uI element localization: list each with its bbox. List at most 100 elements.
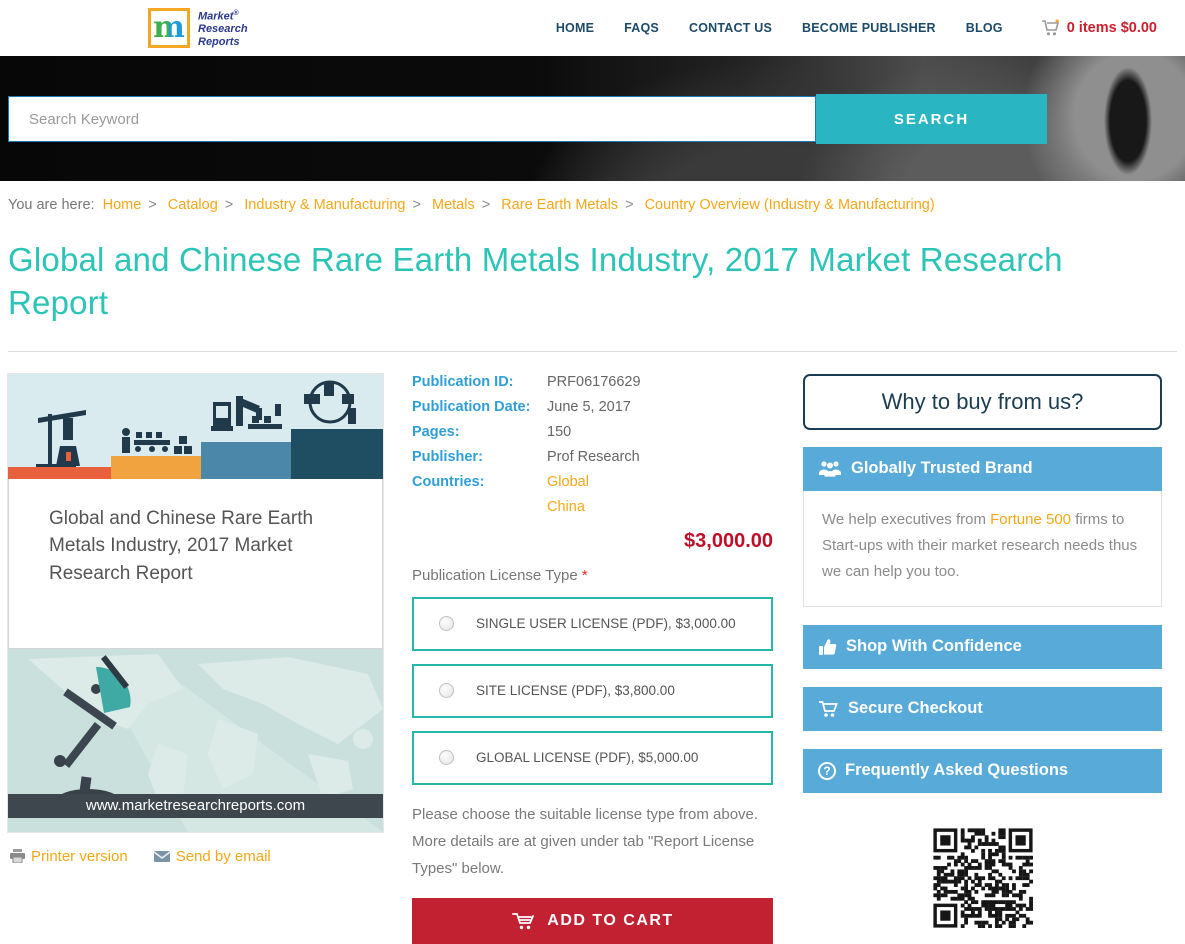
email-icon	[153, 850, 170, 862]
license-type-label: Publication License Type *	[412, 567, 773, 584]
step-navy	[291, 428, 383, 479]
add-to-cart-button[interactable]: ADD TO CART	[412, 897, 773, 944]
sidebar: Why to buy from us? Globally Trusted Bra…	[803, 373, 1162, 931]
license-option-global[interactable]: GLOBAL LICENSE (PDF), $5,000.00	[412, 730, 773, 785]
product-cover-image: Global and Chinese Rare Earth Metals Ind…	[8, 373, 383, 832]
license-option-label: GLOBAL LICENSE (PDF), $5,000.00	[476, 750, 699, 766]
question-icon: ?	[818, 761, 836, 780]
send-by-email-link[interactable]: Send by email	[153, 847, 271, 865]
cover-map-section: www.marketresearchreports.com	[8, 648, 383, 832]
secure-checkout-header: Secure Checkout	[803, 686, 1162, 731]
license-option-label: SITE LICENSE (PDF), $3,800.00	[476, 683, 675, 699]
radio-button[interactable]	[439, 683, 454, 699]
breadcrumb-separator: >	[148, 197, 157, 213]
industry-illustration	[8, 373, 383, 479]
detail-row: Publisher: Prof Research	[412, 449, 773, 474]
cover-title-text: Global and Chinese Rare Earth Metals Ind…	[49, 507, 314, 584]
nav-item-home[interactable]: HOME	[556, 21, 594, 35]
qr-code-wrap	[803, 824, 1162, 931]
search-form: SEARCH	[8, 94, 1048, 144]
breadcrumb-separator: >	[481, 197, 491, 213]
breadcrumb-industry-manufacturing[interactable]: Industry & Manufacturing	[244, 197, 405, 213]
nav-item-faqs[interactable]: FAQS	[624, 21, 659, 35]
license-option-label: SINGLE USER LICENSE (PDF), $3,000.00	[476, 616, 736, 632]
cover-website-bar: www.marketresearchreports.com	[8, 793, 383, 818]
detail-label: Countries:	[412, 473, 485, 490]
breadcrumb-home[interactable]: Home	[103, 197, 142, 213]
share-actions: Printer version Send by email	[8, 848, 383, 865]
license-type-text: Publication License Type	[412, 566, 582, 584]
users-icon	[818, 460, 842, 477]
top-navigation: HOME FAQS CONTACT US BECOME PUBLISHER BL…	[556, 21, 1003, 35]
cover-title-card: Global and Chinese Rare Earth Metals Ind…	[8, 478, 383, 649]
send-by-email-label: Send by email	[175, 847, 271, 865]
step-red	[8, 466, 111, 479]
shop-with-confidence-label: Shop With Confidence	[846, 637, 1022, 656]
printer-icon	[10, 849, 25, 864]
step-blue	[201, 441, 291, 479]
country-global-link[interactable]: Global	[547, 474, 589, 490]
country-china-link[interactable]: China	[547, 499, 585, 515]
breadcrumb-metals[interactable]: Metals	[432, 197, 475, 213]
trusted-body-text: We help executives from	[822, 510, 991, 528]
breadcrumb-separator: >	[224, 197, 234, 213]
thumbs-up-icon	[818, 638, 837, 656]
globally-trusted-brand-label: Globally Trusted Brand	[851, 459, 1033, 478]
printer-version-link[interactable]: Printer version	[10, 848, 128, 865]
logo-line2: Research	[198, 23, 248, 35]
required-asterisk: *	[581, 566, 588, 584]
registered-mark: ®	[233, 9, 239, 17]
nav-item-blog[interactable]: BLOG	[966, 21, 1003, 35]
hero-banner: SEARCH	[0, 56, 1185, 181]
logo-line1: Market	[198, 10, 234, 23]
globally-trusted-brand-header: Globally Trusted Brand	[803, 446, 1162, 491]
license-note: Please choose the suitable license type …	[412, 805, 759, 877]
detail-label: Pages:	[412, 423, 460, 440]
secure-checkout-label: Secure Checkout	[848, 699, 983, 718]
publisher-value: Prof Research	[547, 448, 640, 465]
brand-logo[interactable]: m Market® Research Reports	[148, 7, 248, 49]
breadcrumb: You are here: Home > Catalog > Industry & …	[0, 181, 1185, 213]
logo-m-icon: m	[148, 7, 190, 48]
breadcrumb-country-overview[interactable]: Country Overview (Industry & Manufacturi…	[645, 197, 935, 213]
breadcrumb-prefix: You are here:	[8, 197, 95, 213]
cart-count-text: 0 items $0.00	[1066, 20, 1157, 36]
search-button[interactable]: SEARCH	[816, 94, 1047, 144]
why-to-buy-box: Why to buy from us?	[803, 373, 1162, 430]
main-content: Global and Chinese Rare Earth Metals Ind…	[0, 352, 1185, 944]
cart-icon-white	[818, 700, 839, 718]
nav-item-contact-us[interactable]: CONTACT US	[689, 21, 772, 35]
breadcrumb-rare-earth-metals[interactable]: Rare Earth Metals	[501, 197, 618, 213]
radio-button[interactable]	[439, 616, 454, 632]
add-to-cart-label: ADD TO CART	[547, 911, 674, 929]
breadcrumb-catalog[interactable]: Catalog	[168, 197, 218, 213]
logo-wordmark: Market® Research Reports	[198, 8, 248, 49]
add-to-cart-cart-icon	[511, 911, 535, 931]
cart-status[interactable]: 0 items $0.00	[1041, 19, 1157, 37]
license-option-single-user[interactable]: SINGLE USER LICENSE (PDF), $3,000.00	[412, 596, 773, 651]
logo-line3: Reports	[198, 35, 240, 48]
breadcrumb-separator: >	[412, 197, 421, 213]
publication-date-value: June 5, 2017	[547, 398, 631, 415]
shop-with-confidence-header: Shop With Confidence	[803, 624, 1162, 669]
product-image-column: Global and Chinese Rare Earth Metals Ind…	[8, 373, 383, 865]
cart-icon	[1041, 19, 1061, 37]
radio-button[interactable]	[439, 750, 454, 766]
printer-version-label: Printer version	[31, 847, 128, 865]
nav-item-become-publisher[interactable]: BECOME PUBLISHER	[802, 21, 936, 35]
header: m Market® Research Reports HOME FAQS CON…	[0, 0, 1185, 56]
detail-label: Publication Date:	[412, 398, 531, 415]
license-option-site[interactable]: SITE LICENSE (PDF), $3,800.00	[412, 663, 773, 718]
search-input[interactable]	[8, 96, 816, 142]
price: $3,000.00	[684, 529, 773, 552]
cover-website-text: www.marketresearchreports.com	[85, 797, 306, 815]
globally-trusted-brand-body: We help executives from Fortune 500 firm…	[803, 490, 1162, 607]
step-orange	[111, 455, 201, 479]
detail-row: Publication ID: PRF06176629	[412, 374, 773, 399]
page-title: Global and Chinese Rare Earth Metals Ind…	[8, 241, 1063, 321]
faq-label: Frequently Asked Questions	[845, 761, 1069, 780]
pages-value: 150	[547, 423, 572, 440]
fortune-500-link[interactable]: Fortune 500	[990, 511, 1071, 528]
faq-header[interactable]: ? Frequently Asked Questions	[803, 748, 1162, 793]
breadcrumb-separator: >	[625, 197, 634, 213]
